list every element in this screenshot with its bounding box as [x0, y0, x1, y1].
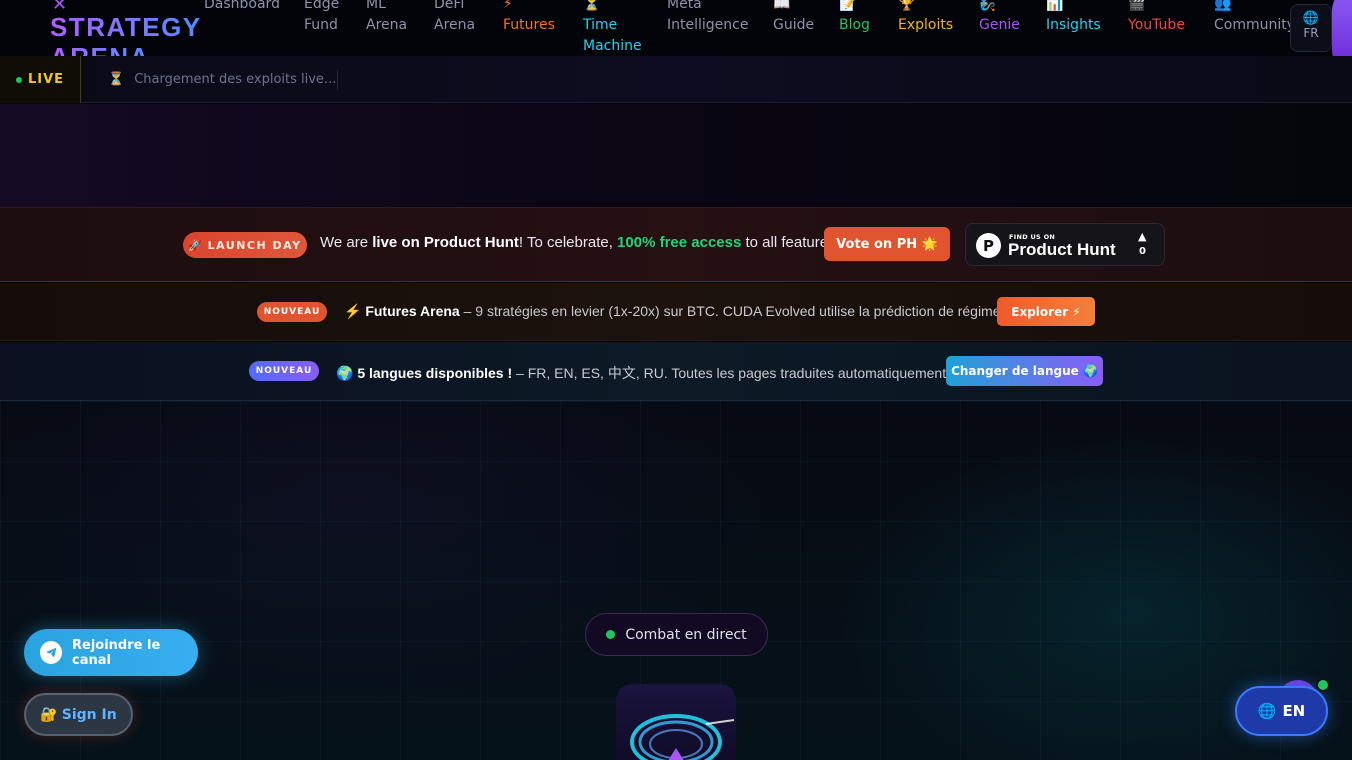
- telegram-icon: [40, 641, 62, 664]
- languages-announcement-text: 🌍 5 langues disponibles ! – FR, EN, ES, …: [336, 363, 954, 383]
- nav-youtube-label: YouTube: [1128, 17, 1185, 33]
- hero-section: Combat en direct: [0, 401, 1352, 760]
- nav-meta-intelligence[interactable]: Meta Intelligence: [667, 0, 748, 36]
- futures-title: Futures Arena: [365, 303, 460, 319]
- ticker-divider: [337, 70, 338, 90]
- ticker-message: ⏳ Chargement des exploits live...: [108, 56, 336, 103]
- nav-exploits-label: Exploits: [898, 17, 954, 33]
- ph-text-bold: live on Product Hunt: [372, 234, 519, 251]
- top-navigation: ✕ STRATEGY ARENA Dashboard Edge Fund ML …: [0, 0, 1352, 72]
- explorer-button[interactable]: Explorer ⚡: [997, 297, 1095, 326]
- hourglass-icon: ⏳: [108, 72, 125, 87]
- nav-blog-label: Blog: [839, 17, 870, 33]
- lightning-icon: ⚡: [344, 303, 362, 319]
- arena-colosseum-icon: [630, 714, 735, 760]
- futures-announcement-text: ⚡ Futures Arena – 9 stratégies en levier…: [344, 303, 1008, 320]
- nav-genie[interactable]: 🧞 Genie: [979, 0, 1020, 36]
- change-language-button[interactable]: Changer de langue 🌍: [946, 356, 1103, 386]
- ph-text-mid: ! To celebrate,: [518, 234, 618, 251]
- rocket-icon: 🚀: [188, 238, 204, 252]
- languages-announcement-banner: NOUVEAU 🌍 5 langues disponibles ! – FR, …: [0, 342, 1352, 401]
- nav-edge-fund[interactable]: Edge Fund: [304, 0, 339, 36]
- lightning-icon: ⚡: [503, 0, 513, 12]
- nav-ml-arena[interactable]: ML Arena: [366, 0, 407, 36]
- languages-description: – FR, EN, ES, 中文, RU. Toutes les pages t…: [512, 365, 954, 381]
- upvote-arrow-icon: ▲: [1138, 230, 1147, 243]
- live-ticker: LIVE ⏳ Chargement des exploits live...: [0, 56, 1352, 103]
- ph-text-free: 100% free access: [617, 234, 742, 251]
- live-dot-icon: [15, 76, 22, 83]
- hourglass-icon: ⏳: [583, 0, 601, 12]
- sign-in-label: Sign In: [61, 706, 117, 723]
- globe-icon: 🌐: [1302, 11, 1320, 26]
- nav-dashboard-label: Dashboard: [204, 0, 280, 12]
- logo-text-strategy[interactable]: STRATEGY: [50, 12, 202, 43]
- ticker-message-text: Chargement des exploits live...: [134, 72, 337, 87]
- nav-youtube[interactable]: 🎬 YouTube: [1128, 0, 1185, 36]
- arena-logo-tile: [616, 684, 736, 760]
- live-badge: LIVE: [0, 56, 81, 103]
- online-status-dot: [1316, 678, 1330, 692]
- lock-key-icon: 🔐: [40, 706, 58, 723]
- nouveau-badge: NOUVEAU: [257, 302, 327, 322]
- nav-futures-label: Futures: [503, 17, 555, 33]
- globe-earth-icon: 🌍: [336, 365, 354, 381]
- nav-futures[interactable]: ⚡ Futures: [503, 0, 555, 36]
- nouveau-badge: NOUVEAU: [249, 361, 319, 381]
- nav-meta-intelligence-label: Meta Intelligence: [667, 0, 749, 33]
- nav-community[interactable]: 👥 Community: [1214, 0, 1295, 36]
- nav-genie-label: Genie: [979, 17, 1020, 33]
- globe-icon: 🌐: [1257, 702, 1277, 720]
- upvote-count: 0: [1139, 246, 1146, 257]
- en-label: EN: [1282, 702, 1306, 720]
- trophy-icon: 🏆: [898, 0, 916, 12]
- join-telegram-button[interactable]: Rejoindre le canal: [24, 629, 198, 676]
- nav-defi-arena[interactable]: DeFi Arena: [434, 0, 475, 36]
- live-combat-badge[interactable]: Combat en direct: [585, 613, 768, 656]
- product-hunt-message: We are live on Product Hunt! To celebrat…: [320, 234, 840, 251]
- clapperboard-icon: 🎬: [1128, 0, 1146, 12]
- nav-blog[interactable]: 📝 Blog: [839, 0, 870, 36]
- nav-insights-label: Insights: [1046, 17, 1101, 33]
- nav-guide[interactable]: 📖 Guide: [773, 0, 814, 36]
- launch-day-label: LAUNCH DAY: [207, 238, 302, 252]
- combat-label: Combat en direct: [625, 626, 747, 643]
- sign-in-button[interactable]: 🔐 Sign In: [24, 693, 133, 736]
- futures-announcement-banner: NOUVEAU ⚡ Futures Arena – 9 stratégies e…: [0, 283, 1352, 341]
- ph-text-before: We are: [320, 234, 373, 251]
- english-language-button[interactable]: 🌐 EN: [1235, 686, 1328, 736]
- language-switcher[interactable]: 🌐 FR: [1290, 4, 1332, 52]
- nav-guide-label: Guide: [773, 17, 815, 33]
- language-code: FR: [1303, 26, 1319, 40]
- nav-insights[interactable]: 📊 Insights: [1046, 0, 1101, 36]
- nav-dashboard[interactable]: Dashboard: [204, 0, 280, 15]
- ph-name-label: Product Hunt: [1008, 240, 1116, 259]
- telegram-label: Rejoindre le canal: [72, 637, 161, 668]
- genie-icon: 🧞: [979, 0, 997, 12]
- book-icon: 📖: [773, 0, 791, 12]
- bar-chart-icon: 📊: [1046, 0, 1064, 12]
- people-icon: 👥: [1214, 0, 1232, 12]
- vote-on-ph-button[interactable]: Vote on PH 🌟: [824, 227, 950, 261]
- product-hunt-banner: 🚀 LAUNCH DAY We are live on Product Hunt…: [0, 207, 1352, 282]
- nav-exploits[interactable]: 🏆 Exploits: [898, 0, 953, 36]
- nav-ml-arena-label: ML Arena: [366, 0, 408, 33]
- nav-defi-arena-label: DeFi Arena: [434, 0, 476, 33]
- nav-edge-fund-label: Edge Fund: [304, 0, 340, 33]
- hero-top-band: [0, 104, 1352, 207]
- memo-icon: 📝: [839, 0, 857, 12]
- live-label: LIVE: [27, 72, 65, 87]
- futures-description: – 9 stratégies en levier (1x-20x) sur BT…: [459, 303, 1009, 319]
- product-hunt-badge[interactable]: P FIND US ON Product Hunt ▲ 0: [965, 223, 1165, 266]
- languages-title: 5 langues disponibles !: [357, 365, 513, 381]
- nav-community-label: Community: [1214, 17, 1296, 33]
- nav-time-machine[interactable]: ⏳ Time Machine: [583, 0, 642, 57]
- launch-day-badge: 🚀 LAUNCH DAY: [183, 232, 307, 258]
- nav-time-machine-label: Time Machine: [583, 17, 642, 54]
- status-dot-icon: [606, 630, 616, 639]
- product-hunt-logo-icon: P: [976, 233, 1001, 258]
